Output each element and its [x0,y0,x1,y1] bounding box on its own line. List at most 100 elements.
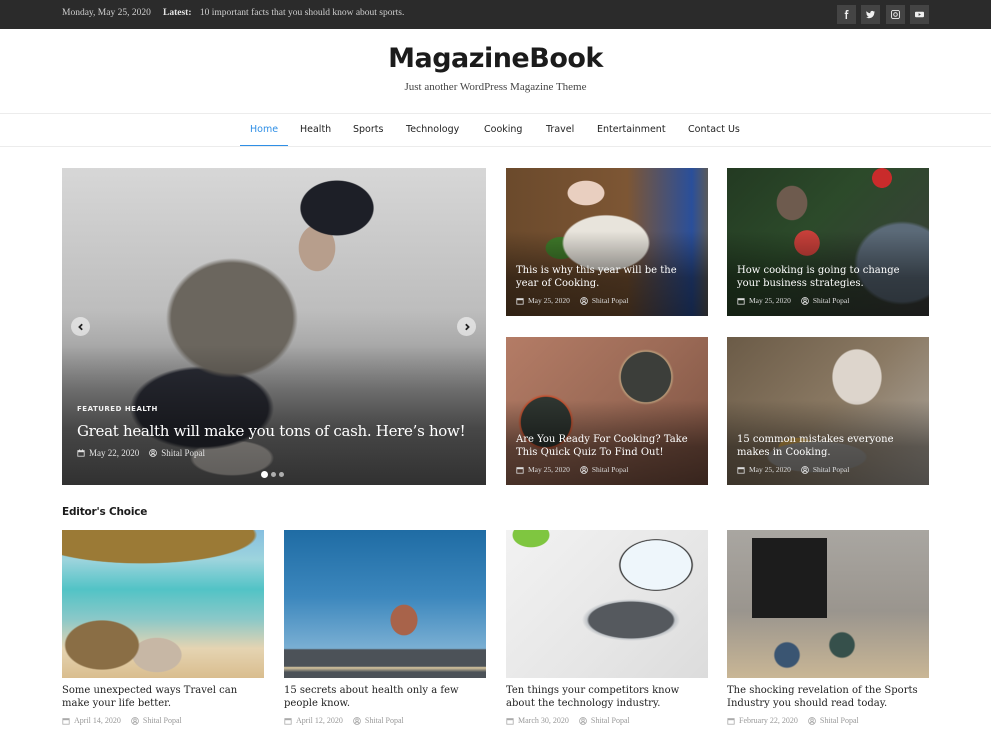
post-author[interactable]: Shital Popal [592,296,628,305]
user-icon [149,449,158,457]
facebook-icon[interactable] [837,5,856,24]
post-date[interactable]: May 25, 2020 [528,296,570,305]
post-title[interactable]: 15 common mistakes everyone makes in Coo… [737,433,922,459]
nav-item-travel[interactable]: Travel [546,124,574,135]
editors-choice-post: 15 secrets about health only a few peopl… [284,530,486,725]
post-thumbnail[interactable] [284,530,486,678]
post-date[interactable]: May 25, 2020 [749,296,791,305]
user-icon [131,716,139,725]
chevron-right-icon [464,323,470,330]
post-title[interactable]: Some unexpected ways Travel can make you… [62,684,264,710]
post-meta: February 22, 2020 Shital Popal [727,716,929,725]
editors-choice-post: Ten things your competitors know about t… [506,530,708,725]
image-overlay [62,345,486,485]
post-author[interactable]: Shital Popal [592,465,628,474]
post-date[interactable]: April 12, 2020 [296,716,343,725]
post-author[interactable]: Shital Popal [813,296,849,305]
top-bar: Monday, May 25, 2020 Latest: 10 importan… [0,0,991,29]
twitter-icon[interactable] [861,5,880,24]
slider-dot[interactable] [279,472,284,477]
post-thumbnail[interactable] [62,530,264,678]
nav-item-cooking[interactable]: Cooking [484,124,522,135]
user-icon [579,716,587,725]
post-author[interactable]: Shital Popal [813,465,849,474]
post-title[interactable]: This is why this year will be the year o… [516,264,701,290]
post-meta: April 12, 2020 Shital Popal [284,716,486,725]
nav-item-technology[interactable]: Technology [406,124,459,135]
post-date[interactable]: April 14, 2020 [74,716,121,725]
calendar-icon [284,717,292,725]
calendar-icon [516,466,524,474]
user-icon [808,716,816,725]
post-author[interactable]: Shital Popal [161,448,205,458]
post-categories: FEATURED HEALTH [77,405,158,413]
post-title[interactable]: Are You Ready For Cooking? Take This Qui… [516,433,701,459]
post-meta: May 25, 2020 Shital Popal [516,296,628,305]
post-card[interactable]: How cooking is going to change your busi… [727,168,929,316]
post-date[interactable]: February 22, 2020 [739,716,798,725]
calendar-icon [506,717,514,725]
post-meta: May 25, 2020 Shital Popal [737,296,849,305]
post-thumbnail[interactable] [727,530,929,678]
post-author[interactable]: Shital Popal [143,716,182,725]
editors-choice-post: The shocking revelation of the Sports In… [727,530,929,725]
nav-item-health[interactable]: Health [300,124,331,135]
post-date[interactable]: May 22, 2020 [89,448,139,458]
instagram-icon[interactable] [886,5,905,24]
slider-next-button[interactable] [457,317,476,336]
site-title[interactable]: MagazineBook [0,43,991,74]
latest-link[interactable]: 10 important facts that you should know … [200,8,405,18]
calendar-icon [62,717,70,725]
post-thumbnail[interactable] [506,530,708,678]
post-date[interactable]: May 25, 2020 [528,465,570,474]
post-author[interactable]: Shital Popal [365,716,404,725]
slider-pagination [261,471,287,478]
post-title[interactable]: How cooking is going to change your busi… [737,264,922,290]
section-heading-editors-choice: Editor's Choice [62,506,148,518]
latest-ticker: Latest: 10 important facts that you shou… [163,8,404,18]
featured-slider[interactable]: FEATURED HEALTH Great health will make y… [62,168,486,485]
post-author[interactable]: Shital Popal [591,716,630,725]
post-card[interactable]: This is why this year will be the year o… [506,168,708,316]
calendar-icon [737,466,745,474]
chevron-left-icon [77,323,83,330]
category-link-health[interactable]: HEALTH [125,405,158,413]
user-icon [801,296,809,305]
nav-item-home[interactable]: Home [250,124,278,135]
post-date[interactable]: March 30, 2020 [518,716,569,725]
post-title[interactable]: Ten things your competitors know about t… [506,684,708,710]
user-icon [580,465,588,474]
divider [0,113,991,114]
post-meta: March 30, 2020 Shital Popal [506,716,708,725]
post-author[interactable]: Shital Popal [820,716,859,725]
calendar-icon [77,449,85,457]
post-title[interactable]: 15 secrets about health only a few peopl… [284,684,486,710]
post-card[interactable]: Are You Ready For Cooking? Take This Qui… [506,337,708,485]
user-icon [580,296,588,305]
current-date: Monday, May 25, 2020 [62,8,151,18]
slider-prev-button[interactable] [71,317,90,336]
nav-item-entertainment[interactable]: Entertainment [597,124,666,135]
slider-dot[interactable] [271,472,276,477]
post-card[interactable]: 15 common mistakes everyone makes in Coo… [727,337,929,485]
calendar-icon [516,297,524,305]
calendar-icon [737,297,745,305]
user-icon [353,716,361,725]
divider [0,146,991,147]
slider-dot[interactable] [261,471,268,478]
post-meta: May 22, 2020 Shital Popal [77,448,205,458]
latest-label: Latest: [163,8,192,18]
nav-item-contact-us[interactable]: Contact Us [688,124,740,135]
post-date[interactable]: May 25, 2020 [749,465,791,474]
hero-post-title[interactable]: Great health will make you tons of cash.… [77,422,466,440]
post-title[interactable]: The shocking revelation of the Sports In… [727,684,929,710]
post-meta: May 25, 2020 Shital Popal [737,465,849,474]
user-icon [801,465,809,474]
nav-item-sports[interactable]: Sports [353,124,383,135]
editors-choice-post: Some unexpected ways Travel can make you… [62,530,264,725]
youtube-icon[interactable] [910,5,929,24]
post-meta: April 14, 2020 Shital Popal [62,716,264,725]
post-meta: May 25, 2020 Shital Popal [516,465,628,474]
calendar-icon [727,717,735,725]
category-link-featured[interactable]: FEATURED [77,405,122,413]
